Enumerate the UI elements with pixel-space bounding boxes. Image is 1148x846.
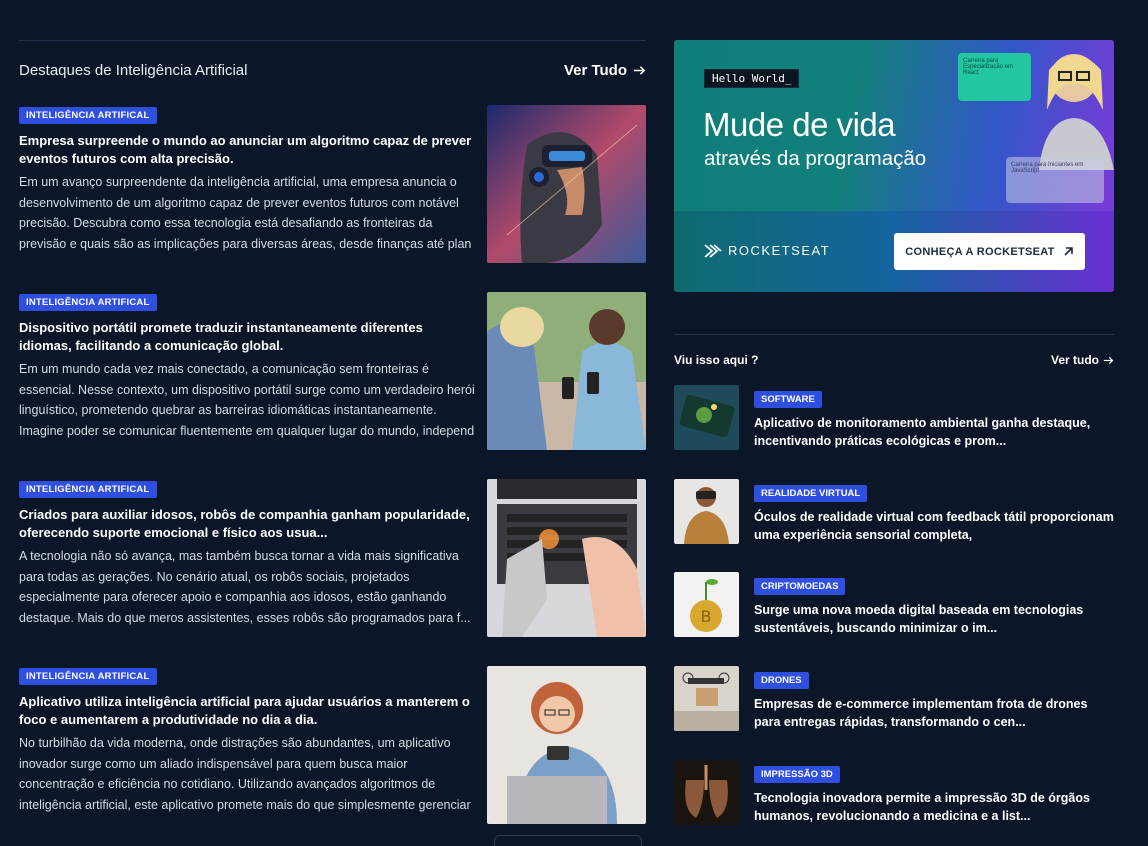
hello-world-tag: Hello World_: [704, 69, 800, 88]
career-card-label: Carreira para Especialização em React: [963, 58, 1014, 76]
category-badge[interactable]: REALIDADE VIRTUAL: [754, 485, 868, 502]
side-article-title[interactable]: Empresas de e-commerce implementam frota…: [754, 696, 1114, 731]
side-article[interactable]: IMPRESSÃO 3D Tecnologia inovadora permit…: [674, 760, 1114, 826]
side-article-title[interactable]: Tecnologia inovadora permite a impressão…: [754, 790, 1114, 825]
rocketseat-logo: ROCKETSEAT: [704, 243, 830, 258]
see-all-label: Ver tudo: [1050, 353, 1099, 367]
category-badge[interactable]: CRIPTOMOEDAS: [754, 578, 846, 595]
side-article-image[interactable]: [674, 479, 739, 544]
svg-text:B: B: [701, 607, 712, 626]
article-image[interactable]: [487, 292, 646, 450]
category-badge[interactable]: IMPRESSÃO 3D: [754, 766, 840, 783]
article-card[interactable]: INTELIGÊNCIA ARTIFICAL Empresa surpreend…: [19, 105, 646, 263]
section-divider: [674, 334, 1114, 335]
career-card-label: Carreira para Iniciantes em JavaScript: [1011, 162, 1084, 174]
see-all-link[interactable]: Ver tudo: [1051, 353, 1114, 367]
article-card[interactable]: INTELIGÊNCIA ARTIFICAL Criados para auxi…: [19, 479, 646, 637]
see-all-label: Ver Tudo: [563, 61, 627, 79]
section-title: Viu isso aqui ?: [674, 353, 759, 367]
article-title[interactable]: Criados para auxiliar idosos, robôs de c…: [19, 506, 477, 542]
article-excerpt: A tecnologia não só avança, mas também b…: [19, 549, 471, 625]
cta-label: CONHEÇA A ROCKETSEAT: [905, 245, 1055, 258]
section-divider: [19, 40, 646, 41]
article-image[interactable]: [487, 479, 646, 637]
article-card[interactable]: INTELIGÊNCIA ARTIFICAL Aplicativo utiliz…: [19, 666, 646, 824]
side-article[interactable]: B CRIPTOMOEDAS Surge uma nova moeda digi…: [674, 572, 1114, 638]
brand-name: ROCKETSEAT: [728, 243, 831, 258]
side-article[interactable]: REALIDADE VIRTUAL Óculos de realidade vi…: [674, 479, 1114, 545]
article-card[interactable]: INTELIGÊNCIA ARTIFICAL Dispositivo portá…: [19, 292, 646, 450]
side-article[interactable]: DRONES Empresas de e-commerce implementa…: [674, 666, 1114, 732]
arrow-right-icon: [1103, 356, 1114, 364]
banner-headline: Mude de vida: [703, 106, 896, 143]
side-article-title[interactable]: Óculos de realidade virtual com feedback…: [754, 509, 1114, 544]
category-badge[interactable]: INTELIGÊNCIA ARTIFICAL: [19, 481, 157, 498]
article-title[interactable]: Empresa surpreende o mundo ao anunciar u…: [19, 132, 477, 168]
ai-highlights-section: Destaques de Inteligência Artificial Ver…: [19, 40, 646, 79]
article-excerpt: Em um mundo cada vez mais conectado, a c…: [19, 362, 475, 438]
category-badge[interactable]: DRONES: [754, 672, 809, 689]
article-title[interactable]: Dispositivo portátil promete traduzir in…: [19, 319, 477, 355]
article-image[interactable]: [487, 105, 646, 263]
banner-person-image: [1039, 54, 1114, 170]
banner-subheadline: através da programação: [704, 147, 927, 170]
career-card-react: Carreira para Especialização em React: [958, 53, 1031, 101]
side-article-image[interactable]: [674, 760, 739, 825]
career-card-javascript: Carreira para Iniciantes em JavaScript: [1006, 157, 1104, 203]
category-badge[interactable]: INTELIGÊNCIA ARTIFICAL: [19, 294, 157, 311]
side-article-image[interactable]: [674, 385, 739, 450]
article-title[interactable]: Aplicativo utiliza inteligência artifici…: [19, 693, 477, 729]
see-this-section: Viu isso aqui ? Ver tudo: [674, 334, 1114, 367]
rocketseat-banner[interactable]: Carreira para Especialização em React Ca…: [674, 40, 1114, 292]
side-article-title[interactable]: Surge uma nova moeda digital baseada em …: [754, 602, 1114, 637]
section-title: Destaques de Inteligência Artificial: [19, 61, 248, 79]
side-article-title[interactable]: Aplicativo de monitoramento ambiental ga…: [754, 415, 1114, 450]
category-badge[interactable]: SOFTWARE: [754, 391, 822, 408]
article-excerpt: Em um avanço surpreendente da inteligênc…: [19, 175, 472, 251]
category-badge[interactable]: INTELIGÊNCIA ARTIFICAL: [19, 107, 157, 124]
arrow-up-right-icon: [1064, 247, 1073, 256]
category-badge[interactable]: INTELIGÊNCIA ARTIFICAL: [19, 668, 157, 685]
article-image[interactable]: [487, 666, 646, 824]
side-article-image[interactable]: [674, 666, 739, 731]
side-article[interactable]: SOFTWARE Aplicativo de monitoramento amb…: [674, 385, 1114, 451]
rocketseat-mark-icon: [704, 243, 722, 258]
see-all-link[interactable]: Ver Tudo: [564, 62, 646, 79]
article-excerpt: No turbilhão da vida moderna, onde distr…: [19, 736, 471, 812]
arrow-right-icon: [633, 65, 646, 75]
cta-button[interactable]: CONHEÇA A ROCKETSEAT: [894, 233, 1085, 270]
side-article-image[interactable]: B: [674, 572, 739, 637]
